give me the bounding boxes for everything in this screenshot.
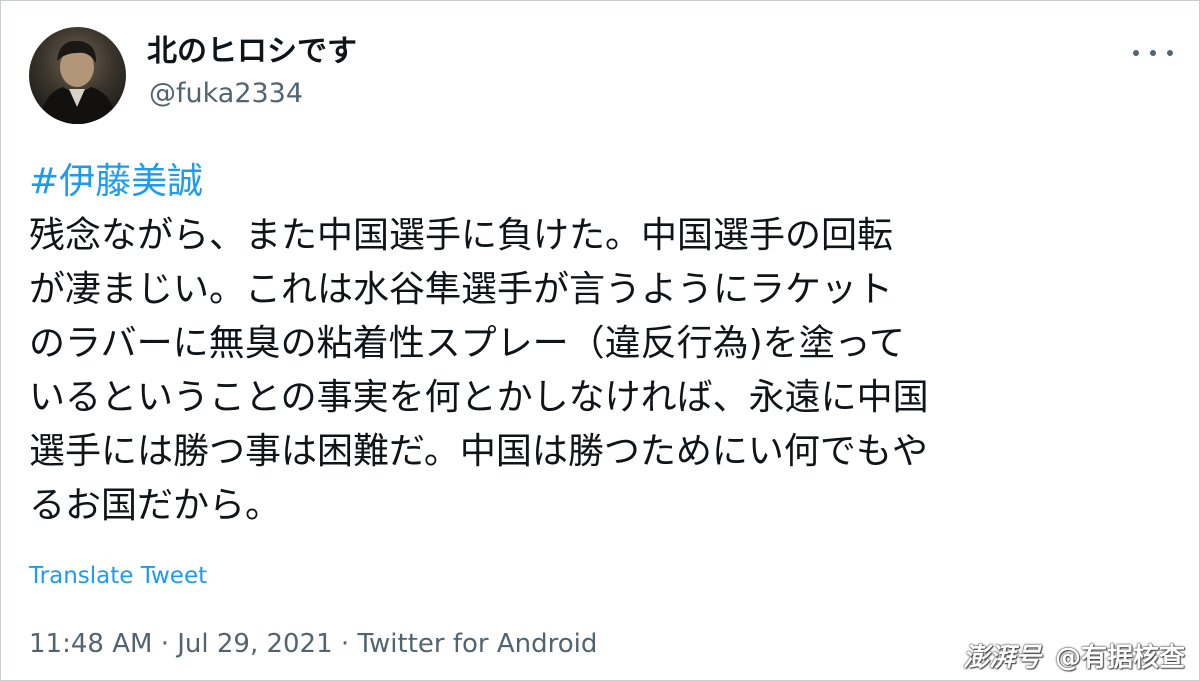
tweet-source: Twitter for Android bbox=[357, 629, 598, 659]
tweet-text-line: 選手には勝つ事は困難だ。中国は勝つためにい何でもや bbox=[29, 431, 928, 472]
tweet-date[interactable]: Jul 29, 2021 bbox=[177, 629, 332, 659]
tweet-text-line: 残念ながら、また中国選手に負けた。中国選手の回転 bbox=[29, 215, 894, 256]
tweet-time[interactable]: 11:48 AM bbox=[29, 629, 152, 659]
profile-avatar-image bbox=[39, 40, 117, 124]
watermark-brand: 澎湃号 bbox=[962, 643, 1041, 673]
more-dot bbox=[1133, 50, 1139, 56]
avatar[interactable] bbox=[29, 27, 126, 124]
tweet-card: 北のヒロシです @fuka2334 #伊藤美誠 残念ながら、また中国選手に負けた… bbox=[0, 0, 1200, 681]
user-handle[interactable]: @fuka2334 bbox=[149, 77, 303, 111]
tweet-text-line: いるということの事実を何とかしなければ、永遠に中国 bbox=[29, 377, 929, 418]
more-dot bbox=[1150, 50, 1156, 56]
tweet-text-line: のラバーに無臭の粘着性スプレー（違反行為)を塗って bbox=[29, 323, 905, 364]
watermark-account: @有据核查 bbox=[1054, 643, 1185, 673]
display-name[interactable]: 北のヒロシです bbox=[147, 34, 357, 70]
tweet-text-line: が凄まじい。これは水谷隼選手が言うようにラケット bbox=[29, 269, 894, 310]
hashtag-link[interactable]: #伊藤美誠 bbox=[29, 155, 1179, 209]
tweet-metadata: 11:48 AM · Jul 29, 2021 · Twitter for An… bbox=[29, 627, 597, 661]
tweet-text: #伊藤美誠 残念ながら、また中国選手に負けた。中国選手の回転 が凄まじい。これは… bbox=[29, 155, 1179, 533]
watermark: 澎湃号 @有据核查 bbox=[963, 642, 1185, 674]
tweet-text-line: るお国だから。 bbox=[29, 485, 282, 526]
translate-tweet-link[interactable]: Translate Tweet bbox=[29, 561, 207, 591]
more-options-icon[interactable] bbox=[1133, 41, 1173, 65]
meta-separator: · bbox=[160, 629, 169, 659]
more-dot bbox=[1167, 50, 1173, 56]
meta-separator: · bbox=[340, 629, 350, 659]
